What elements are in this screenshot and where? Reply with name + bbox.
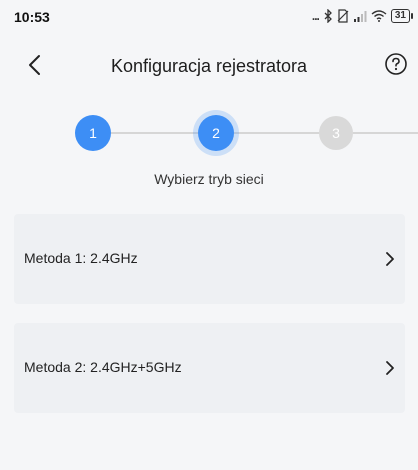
method-1-item[interactable]: Metoda 1: 2.4GHz	[14, 214, 405, 304]
status-bar: 10:53 ... 31	[0, 0, 418, 36]
status-time: 10:53	[14, 9, 50, 25]
stepper: 1 2 3	[0, 113, 418, 153]
help-circle-icon	[385, 53, 407, 75]
signal-icon	[353, 10, 367, 22]
step-connector	[353, 132, 418, 134]
status-icons: ... 31	[311, 6, 414, 26]
step-label: Wybierz tryb sieci	[154, 171, 264, 187]
chevron-right-icon	[386, 252, 394, 266]
battery-icon: 31	[390, 9, 414, 23]
page-title: Konfiguracja rejestratora	[110, 56, 308, 76]
step-connector	[234, 132, 319, 134]
header: Konfiguracja rejestratora	[0, 42, 418, 88]
no-sim-icon	[337, 9, 349, 23]
step-2: 2	[198, 115, 234, 151]
step-1: 1	[75, 115, 111, 151]
method-1-label: Metoda 1: 2.4GHz	[24, 250, 138, 266]
method-2-item[interactable]: Metoda 2: 2.4GHz+5GHz	[14, 323, 405, 413]
dots-icon: ...	[311, 9, 320, 23]
step-connector	[111, 132, 198, 134]
bluetooth-icon	[323, 9, 333, 23]
help-button[interactable]	[384, 52, 408, 76]
method-2-label: Metoda 2: 2.4GHz+5GHz	[24, 359, 182, 375]
step-3: 3	[319, 116, 353, 150]
wifi-icon	[371, 10, 387, 22]
chevron-right-icon	[386, 361, 394, 375]
